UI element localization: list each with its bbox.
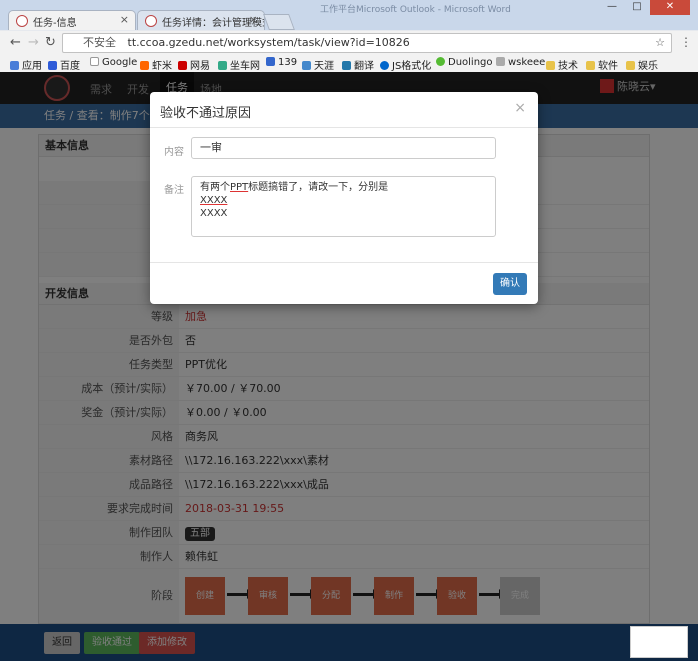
dialog-title: 验收不通过原因: [160, 106, 252, 121]
zuoche-icon: [218, 61, 227, 70]
confirm-button[interactable]: 确认: [493, 273, 527, 295]
close-tab-icon[interactable]: ×: [120, 13, 129, 26]
folder-icon: [626, 61, 635, 70]
bookmark-software[interactable]: 软件: [586, 57, 618, 72]
remark-line-1: 有两个PPT标题搞错了，请改一下，分别是: [200, 182, 389, 193]
bookmark-duolingo[interactable]: Duolingo: [436, 57, 493, 68]
close-icon[interactable]: ×: [514, 100, 526, 116]
bookmark-wskeee[interactable]: wskeee: [496, 57, 545, 68]
minimize-button[interactable]: —: [600, 0, 624, 15]
mail-icon: [266, 57, 275, 66]
security-indicator[interactable]: 不安全: [83, 36, 116, 49]
google-icon: [90, 57, 99, 66]
tab-label: 任务-信息: [33, 18, 77, 29]
url-text[interactable]: tt.ccoa.gzedu.net/worksystem/task/view?i…: [128, 36, 410, 49]
forward-icon[interactable]: →: [28, 35, 39, 50]
bookmark-apps[interactable]: 应用: [10, 57, 42, 72]
remark-label: 备注: [164, 185, 184, 196]
maximize-button[interactable]: □: [625, 0, 649, 15]
floating-widget[interactable]: [630, 626, 688, 658]
folder-icon: [586, 61, 595, 70]
reload-icon[interactable]: ↻: [45, 35, 56, 50]
bookmark-xiami[interactable]: 虾米: [140, 57, 172, 72]
back-icon[interactable]: ←: [10, 35, 21, 50]
site-favicon-icon: [16, 15, 28, 27]
close-tab-icon[interactable]: ×: [249, 13, 258, 26]
bookmark-tianya[interactable]: 天涯: [302, 57, 334, 72]
jsformat-icon: [380, 61, 389, 70]
tab-bar: 任务-信息 × 任务详情：会计管理模式 × 工作平台Microsoft Outl…: [0, 0, 698, 30]
tianya-icon: [302, 61, 311, 70]
site-favicon-icon: [145, 15, 157, 27]
bookmark-jsformat[interactable]: JS格式化: [380, 57, 431, 72]
baidu-icon: [48, 61, 57, 70]
bookmark-tech[interactable]: 技术: [546, 57, 578, 72]
tab-task-info[interactable]: 任务-信息 ×: [8, 10, 136, 30]
page-icon: [496, 57, 505, 66]
remark-line-2: XXXX: [200, 195, 228, 206]
netease-icon: [178, 61, 187, 70]
bookmark-baidu[interactable]: 百度: [48, 57, 80, 72]
bookmarks-bar: 应用 百度 Google 虾米 网易 坐车网 139 天涯 翻译 JS格式化 D…: [0, 55, 698, 72]
content-label: 内容: [164, 147, 184, 158]
tab-task-detail[interactable]: 任务详情：会计管理模式 ×: [137, 10, 265, 30]
browser-chrome: 任务-信息 × 任务详情：会计管理模式 × 工作平台Microsoft Outl…: [0, 0, 698, 72]
remark-line-3: XXXX: [200, 208, 228, 219]
browser-menu-icon[interactable]: ⋮: [680, 35, 692, 49]
new-tab-button[interactable]: [263, 14, 295, 30]
bookmark-netease[interactable]: 网易: [178, 57, 210, 72]
bookmark-zuoche[interactable]: 坐车网: [218, 57, 260, 72]
bookmark-entertainment[interactable]: 娱乐: [626, 57, 658, 72]
bookmark-translate[interactable]: 翻译: [342, 57, 374, 72]
bookmark-139[interactable]: 139: [266, 57, 297, 68]
remark-textarea[interactable]: 有两个PPT标题搞错了，请改一下，分别是 XXXX XXXX: [191, 176, 496, 237]
address-bar[interactable]: 不安全 tt.ccoa.gzedu.net/worksystem/task/vi…: [62, 33, 672, 53]
dialog-header: 验收不通过原因 ×: [150, 92, 538, 128]
bookmark-star-icon[interactable]: ☆: [655, 34, 665, 52]
folder-icon: [546, 61, 555, 70]
xiami-icon: [140, 61, 149, 70]
dialog-footer-divider: [150, 262, 538, 263]
apps-icon: [10, 61, 19, 70]
window-title: 工作平台Microsoft Outlook - Microsoft Word: [320, 5, 511, 15]
content-input[interactable]: 一审: [191, 137, 496, 159]
reject-reason-dialog: 验收不通过原因 × 内容 一审 备注 有两个PPT标题搞错了，请改一下，分别是 …: [150, 92, 538, 304]
duolingo-icon: [436, 57, 445, 66]
bookmark-google[interactable]: Google: [90, 57, 137, 68]
translate-icon: [342, 61, 351, 70]
close-window-button[interactable]: ✕: [650, 0, 690, 15]
navigation-row: ← → ↻ 不安全 tt.ccoa.gzedu.net/worksystem/t…: [0, 31, 698, 55]
